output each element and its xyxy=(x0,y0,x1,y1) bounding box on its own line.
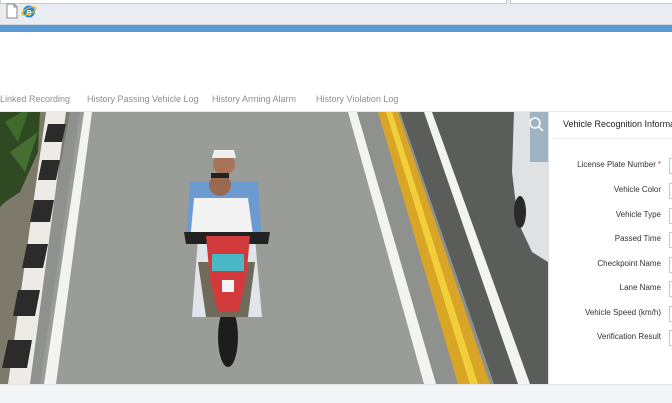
tab-linked-recording[interactable]: Linked Recording xyxy=(0,94,70,104)
blank-page-icon[interactable] xyxy=(4,3,20,19)
accent-bar xyxy=(0,25,672,32)
tab-history-arming-alarm[interactable]: History Arming Alarm xyxy=(212,94,296,104)
vehicle-color-label: Vehicle Color xyxy=(613,185,661,194)
vehicle-capture-image[interactable] xyxy=(0,112,548,384)
verification-result-label: Verification Result xyxy=(596,332,661,341)
tab-history-violation-log[interactable]: History Violation Log xyxy=(316,94,398,104)
vehicle-type-label: Vehicle Type xyxy=(615,210,661,219)
checkpoint-name-label: Checkpoint Name xyxy=(597,259,661,268)
lane-name-label: Lane Name xyxy=(619,283,661,292)
browser-toolbar: e xyxy=(0,0,672,25)
tab-history-passing-vehicle-log[interactable]: History Passing Vehicle Log xyxy=(87,94,199,104)
internet-explorer-icon[interactable]: e xyxy=(21,3,37,19)
search-box[interactable] xyxy=(510,0,672,4)
page-header-area xyxy=(0,32,672,92)
license-plate-number-label: License Plate Number * xyxy=(577,160,661,169)
address-bar[interactable] xyxy=(0,0,507,4)
vehicle-recognition-panel: Vehicle Recognition Informa License Plat… xyxy=(548,112,672,384)
vehicle-speed-label: Vehicle Speed (km/h) xyxy=(584,308,661,317)
required-marker: * xyxy=(657,160,661,169)
capture-illustration xyxy=(0,112,548,384)
panel-title: Vehicle Recognition Informa xyxy=(563,119,672,129)
passed-time-label: Passed Time xyxy=(614,234,661,243)
bottom-toolbar xyxy=(0,384,672,403)
panel-title-divider xyxy=(553,138,672,139)
